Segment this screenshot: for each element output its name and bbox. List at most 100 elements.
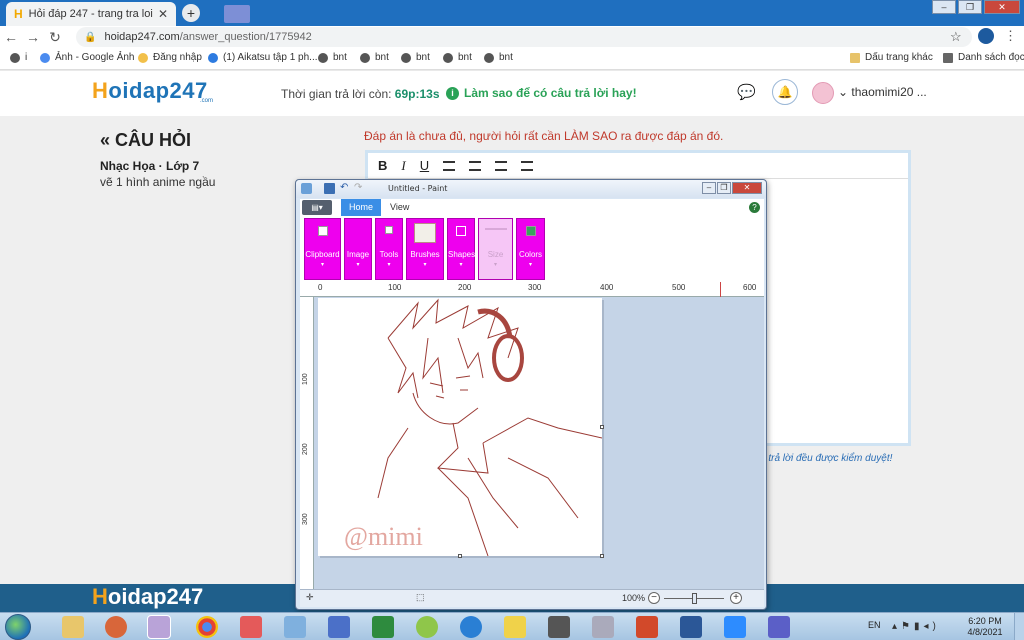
group-brushes[interactable]: Brushes ▾	[406, 218, 444, 280]
chrome-menu-icon[interactable]: ⋮	[1004, 28, 1017, 44]
zoom-icon[interactable]	[724, 616, 746, 638]
file-explorer-icon[interactable]	[62, 616, 84, 638]
media-player-icon[interactable]	[105, 616, 127, 638]
paint-titlebar[interactable]: ↶ ↷ Untitled - Paint – ❐ ✕	[296, 180, 766, 198]
bookmark-label: (1) Aikatsu tập 1 ph...	[223, 52, 318, 63]
bookmark-other-folder[interactable]: Dấu trang khác	[850, 52, 933, 63]
system-tray-icons[interactable]: ▴⚑▮◂)	[892, 621, 940, 632]
canvas-area[interactable]: @mimi	[314, 297, 764, 589]
group-tools[interactable]: Tools ▾	[375, 218, 403, 280]
bookmark-bnt[interactable]: bnt	[360, 52, 389, 63]
word-icon[interactable]	[680, 616, 702, 638]
snipping-tool-icon[interactable]	[592, 616, 614, 638]
app-icon[interactable]	[416, 616, 438, 638]
bookmark-login[interactable]: Đăng nhập	[138, 52, 202, 63]
tab-close-icon[interactable]: ✕	[158, 7, 168, 21]
paint-window[interactable]: ↶ ↷ Untitled - Paint – ❐ ✕ ▤▾ Home View …	[295, 179, 767, 610]
zoom-out-button[interactable]: −	[648, 592, 660, 604]
forward-arrow-icon[interactable]: →	[22, 29, 44, 45]
resize-handle-bottom[interactable]	[458, 554, 462, 558]
reading-list[interactable]: Danh sách đọc	[943, 52, 1024, 63]
back-arrow-icon[interactable]: ←	[0, 29, 22, 45]
question-title: « CÂU HỎI	[100, 130, 192, 150]
align-center-icon[interactable]	[469, 160, 482, 171]
clock-date: 4/8/2021	[967, 627, 1003, 637]
folder-icon[interactable]	[504, 616, 526, 638]
align-justify-icon[interactable]	[521, 160, 534, 171]
apps-icon	[10, 52, 20, 63]
group-colors[interactable]: Colors ▾	[516, 218, 545, 280]
web-icon	[401, 52, 411, 63]
bookmark-bnt[interactable]: bnt	[401, 52, 430, 63]
undo-icon[interactable]: ↶	[340, 183, 351, 194]
bookmark-label: bnt	[416, 52, 430, 63]
bookmark-google-photos[interactable]: Ảnh - Google Ảnh	[40, 52, 135, 63]
resize-handle-right[interactable]	[600, 425, 604, 429]
zoom-slider-thumb[interactable]	[692, 593, 697, 604]
browser-tab[interactable]: H Hỏi đáp 247 - trang tra loi ✕	[6, 2, 176, 26]
bookmark-star-icon[interactable]: ☆	[950, 29, 962, 45]
close-window-button[interactable]: ✕	[984, 0, 1020, 14]
clock-time: 6:20 PM	[968, 616, 1002, 626]
howto-link[interactable]: i Làm sao để có câu trả lời hay!	[446, 86, 637, 100]
maximize-button[interactable]: ❐	[958, 0, 982, 14]
reload-icon[interactable]: ↻	[44, 29, 66, 46]
italic-button[interactable]: I	[401, 158, 405, 174]
cursor-position-marker	[720, 282, 721, 297]
address-bar[interactable]: 🔒 hoidap247.com/answer_question/1775942	[76, 27, 972, 47]
group-shapes[interactable]: Shapes ▾	[447, 218, 475, 280]
app-icon[interactable]	[328, 616, 350, 638]
web-icon	[318, 52, 328, 63]
calculator-icon[interactable]	[284, 616, 306, 638]
save-icon[interactable]	[324, 183, 335, 194]
group-image[interactable]: Image ▾	[344, 218, 372, 280]
app-icon[interactable]	[240, 616, 262, 638]
bold-button[interactable]: B	[378, 158, 387, 173]
site-logo[interactable]: Hoidap247	[92, 78, 208, 104]
bookmark-bnt[interactable]: bnt	[443, 52, 472, 63]
editor-toolbar: B I U	[368, 153, 908, 179]
align-right-icon[interactable]	[495, 160, 508, 171]
chrome-icon[interactable]	[196, 616, 218, 638]
teams-icon[interactable]	[768, 616, 790, 638]
username[interactable]: ⌄ thaomimi20 ...	[838, 85, 927, 99]
language-indicator[interactable]: EN	[868, 620, 881, 630]
brush-icon	[414, 223, 436, 243]
paint-menu-button[interactable]: ▤▾	[302, 200, 332, 215]
group-label: Colors	[518, 250, 543, 259]
show-desktop-button[interactable]	[1014, 613, 1024, 640]
clock[interactable]: 6:20 PM 4/8/2021	[962, 616, 1008, 638]
powerpoint-icon[interactable]	[636, 616, 658, 638]
new-tab-button[interactable]: +	[182, 4, 200, 22]
paint-restore-button[interactable]: ❐	[717, 182, 731, 194]
user-avatar[interactable]	[812, 82, 834, 104]
help-icon[interactable]: ?	[749, 202, 760, 213]
drawing-canvas[interactable]: @mimi	[318, 298, 603, 557]
pen-icon[interactable]	[548, 616, 570, 638]
excel-icon[interactable]	[372, 616, 394, 638]
paint-taskbar-icon[interactable]	[147, 615, 171, 639]
group-clipboard[interactable]: Clipboard ▾	[304, 218, 341, 280]
paint-minimize-button[interactable]: –	[702, 182, 716, 194]
tab-home[interactable]: Home	[341, 199, 381, 216]
zoom-in-button[interactable]: +	[730, 592, 742, 604]
bookmark-apps[interactable]: i	[10, 52, 27, 63]
tab-view[interactable]: View	[390, 199, 409, 216]
chat-icon[interactable]: 💬	[737, 83, 756, 101]
vertical-ruler: 100 200 300	[300, 297, 314, 589]
internet-explorer-icon[interactable]	[460, 616, 482, 638]
underline-button[interactable]: U	[420, 158, 429, 173]
notification-bell-icon[interactable]: 🔔	[772, 79, 798, 105]
paint-app-icon[interactable]	[301, 183, 312, 194]
minimize-button[interactable]: –	[932, 0, 956, 14]
align-left-icon[interactable]	[443, 160, 456, 171]
resize-handle-corner[interactable]	[600, 554, 604, 558]
bookmark-bnt[interactable]: bnt	[484, 52, 513, 63]
redo-icon[interactable]: ↷	[354, 183, 365, 194]
ruler-tick-label: 0	[318, 283, 323, 292]
bookmark-aikatsu[interactable]: (1) Aikatsu tập 1 ph...	[208, 52, 318, 63]
start-button[interactable]	[5, 614, 31, 640]
profile-avatar-icon[interactable]	[978, 28, 994, 44]
bookmark-bnt[interactable]: bnt	[318, 52, 347, 63]
paint-close-button[interactable]: ✕	[732, 182, 762, 194]
